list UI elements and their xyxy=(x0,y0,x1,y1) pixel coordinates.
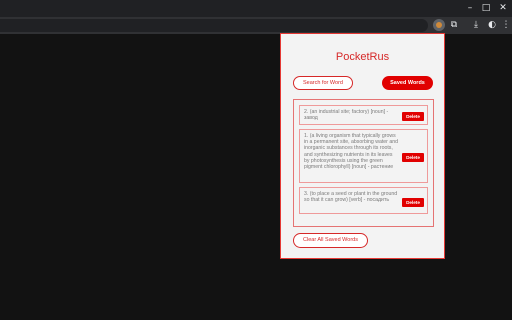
saved-word-item: 3. (to place a seed or plant in the grou… xyxy=(299,187,428,214)
delete-button[interactable]: Delete xyxy=(402,198,424,207)
profile-icon[interactable]: ◐ xyxy=(486,19,498,31)
saved-word-text: 1. (a living organism that typically gro… xyxy=(304,133,399,171)
browser-titlebar: – □ ✕ xyxy=(0,0,512,17)
saved-word-text: 3. (to place a seed or plant in the grou… xyxy=(304,191,398,204)
saved-word-item: 1. (a living organism that typically gro… xyxy=(299,129,428,183)
delete-button[interactable]: Delete xyxy=(402,112,424,121)
popup-title: PocketRus xyxy=(335,51,390,63)
close-icon[interactable]: ✕ xyxy=(497,2,509,14)
minimize-icon[interactable]: – xyxy=(464,2,476,14)
extension-badge-icon xyxy=(436,22,442,28)
saved-words-list: 2. (an industrial site; factory) [noun] … xyxy=(293,99,434,227)
clear-all-saved-words-button[interactable]: Clear All Saved Words xyxy=(293,233,368,248)
menu-icon[interactable]: ⋮ xyxy=(500,19,512,31)
saved-word-item: 2. (an industrial site; factory) [noun] … xyxy=(299,105,428,125)
delete-button[interactable]: Delete xyxy=(402,153,424,162)
saved-word-text: 2. (an industrial site; factory) [noun] … xyxy=(304,109,389,122)
maximize-icon[interactable]: □ xyxy=(480,2,492,14)
extensions-icon[interactable]: ⧉ xyxy=(448,19,460,31)
saved-words-button[interactable]: Saved Words xyxy=(382,76,433,90)
pocketrus-extension-icon[interactable] xyxy=(433,19,445,31)
address-bar[interactable] xyxy=(0,19,428,32)
download-icon[interactable]: ⤓ xyxy=(470,19,482,31)
search-for-word-button[interactable]: Search for Word xyxy=(293,76,353,90)
extension-popup: PocketRus Search for Word Saved Words 2.… xyxy=(280,33,445,259)
